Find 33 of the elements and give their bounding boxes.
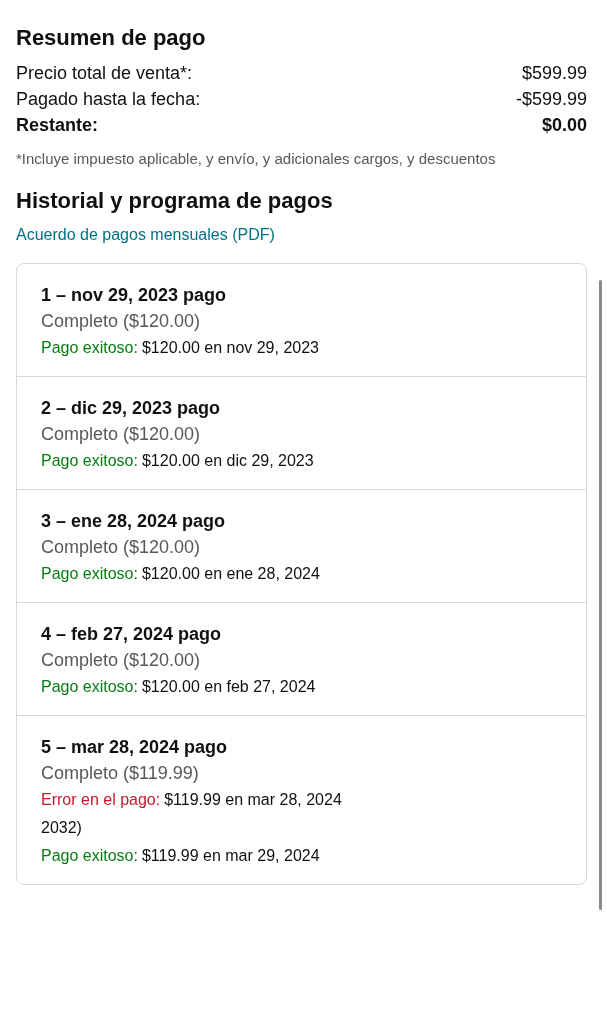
- payment-result-detail: $120.00 en ene 28, 2024: [141, 564, 320, 584]
- payment-result-label: Pago exitoso:: [41, 846, 138, 866]
- pdf-link[interactable]: Acuerdo de pagos mensuales (PDF): [16, 223, 275, 247]
- payment-result-label: Pago exitoso:: [41, 338, 138, 358]
- payment-result-detail: $119.99 en mar 29, 2024: [141, 846, 320, 866]
- payment-status: Completo ($120.00): [41, 310, 202, 333]
- payment-title: 1 – nov 29, 2023 pago: [41, 284, 228, 307]
- payment-result-label: Pago exitoso:: [41, 564, 138, 584]
- summary-value: $599.99: [521, 62, 587, 85]
- payment-result-detail: $119.99 en mar 28, 2024: [164, 790, 342, 810]
- payment-title: 3 – ene 28, 2024 pago: [41, 510, 227, 533]
- summary-label: Restante:: [16, 114, 99, 137]
- section-title: Historial y programa de pagos: [16, 187, 334, 215]
- payment-result-label: Error en el pago:: [41, 790, 161, 810]
- summary-value: -$599.99: [515, 88, 587, 111]
- section-title: Resumen de pago: [16, 24, 207, 52]
- payment-status: Completo ($120.00): [41, 423, 202, 446]
- payment-result-detail: $120.00 en dic 29, 2023: [141, 451, 314, 471]
- payment-status: Completo ($120.00): [41, 649, 202, 672]
- payment-title: 4 – feb 27, 2024 pago: [41, 623, 223, 646]
- footnote: *Incluye impuesto aplicable, y envío, y adicionales cargos, y descuentos: [16, 149, 497, 169]
- summary-value: $0.00: [541, 114, 587, 137]
- payment-result-detail: $120.00 en feb 27, 2024: [141, 677, 316, 697]
- payment-result-label: Pago exitoso:: [41, 677, 138, 697]
- payment-note: 2032): [41, 818, 83, 838]
- payment-status: Completo ($119.99): [41, 762, 200, 785]
- payment-title: 2 – dic 29, 2023 pago: [41, 397, 222, 420]
- summary-label: Precio total de venta*:: [16, 62, 193, 85]
- payment-result-detail: $120.00 en nov 29, 2023: [141, 338, 319, 358]
- summary-label: Pagado hasta la fecha:: [16, 88, 201, 111]
- payment-title: 5 – mar 28, 2024 pago: [41, 736, 229, 759]
- payment-result-label: Pago exitoso:: [41, 451, 138, 471]
- payment-status: Completo ($120.00): [41, 536, 202, 559]
